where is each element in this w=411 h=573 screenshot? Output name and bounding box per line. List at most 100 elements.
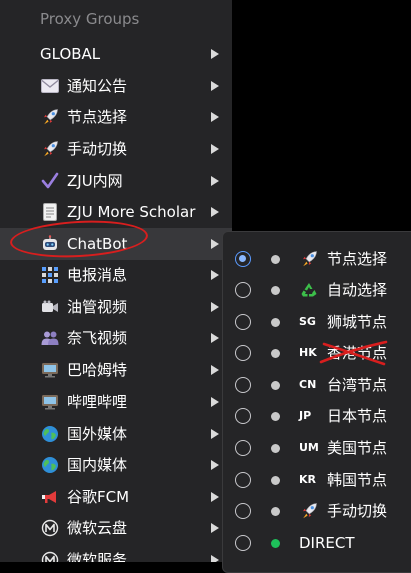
menu-item-label: 微软服务 <box>67 551 128 562</box>
submenu-item-um[interactable]: UM 美国节点 <box>223 433 411 464</box>
submenu-arrow-icon <box>211 555 219 562</box>
submenu-item-hk[interactable]: HK 香港节点 <box>223 338 411 369</box>
submenu-item-kr[interactable]: KR 韩国节点 <box>223 465 411 496</box>
ms-icon <box>40 518 60 538</box>
menu-item-domestic-media[interactable]: 国内媒体 <box>0 449 232 481</box>
menu-item-google-fcm[interactable]: 谷歌FCM <box>0 481 232 513</box>
menu-item-label: 谷歌FCM <box>67 488 130 506</box>
menu-item-onedrive[interactable]: 微软云盘 <box>0 512 232 544</box>
submenu-item-label: 手动切换 <box>327 502 388 520</box>
submenu-arrow-icon <box>211 429 219 439</box>
menu-item-manual-switch[interactable]: 手动切换 <box>0 133 232 165</box>
checkmark-icon <box>40 171 60 191</box>
submenu-item-auto-select[interactable]: 自动选择 <box>223 275 411 306</box>
submenu-item-label: 台湾节点 <box>327 376 388 394</box>
menu-item-label: 微软云盘 <box>67 519 128 537</box>
submenu-arrow-icon <box>211 365 219 375</box>
submenu-item-sg[interactable]: SG 狮城节点 <box>223 307 411 338</box>
submenu-arrow-icon <box>211 49 219 59</box>
country-code: KR <box>299 473 316 486</box>
submenu-item-label: 日本节点 <box>327 407 388 425</box>
megaphone-icon <box>40 487 60 507</box>
envelope-icon <box>40 76 60 96</box>
country-code: SG <box>299 315 316 328</box>
submenu-arrow-icon <box>211 333 219 343</box>
submenu-item-direct[interactable]: DIRECT <box>223 528 411 559</box>
menu-item-bahamut[interactable]: 巴哈姆特 <box>0 354 232 386</box>
red-cross-annotation <box>319 340 388 366</box>
proxy-groups-menu: Proxy Groups GLOBAL 通知公告 节点选择 手动切换 ZJU内网 <box>0 0 232 562</box>
status-dot <box>271 286 280 295</box>
radio-button-selected[interactable] <box>235 251 251 267</box>
rocket-icon <box>299 501 319 521</box>
submenu-item-label: 韩国节点 <box>327 471 388 489</box>
menu-item-ms-services[interactable]: 微软服务 <box>0 544 232 562</box>
menu-item-foreign-media[interactable]: 国外媒体 <box>0 418 232 450</box>
ms-icon <box>40 550 60 562</box>
menu-item-label: 国外媒体 <box>67 425 128 443</box>
country-code: CN <box>299 378 317 391</box>
country-code: UM <box>299 441 319 454</box>
submenu-item-label: 美国节点 <box>327 439 388 457</box>
submenu-arrow-icon <box>211 176 219 186</box>
rocket-icon <box>299 249 319 269</box>
submenu-arrow-icon <box>211 239 219 249</box>
menu-item-node-select[interactable]: 节点选择 <box>0 101 232 133</box>
menu-item-chatbot[interactable]: ChatBot <box>0 228 232 260</box>
chat-grid-icon <box>40 265 60 285</box>
video-camera-icon <box>40 297 60 317</box>
submenu-arrow-icon <box>211 81 219 91</box>
status-dot-green <box>271 539 280 548</box>
submenu-arrow-icon <box>211 397 219 407</box>
menu-item-zju-intranet[interactable]: ZJU内网 <box>0 165 232 197</box>
submenu-item-jp[interactable]: JP 日本节点 <box>223 401 411 432</box>
menu-item-telegram[interactable]: 电报消息 <box>0 259 232 291</box>
menu-item-label: 巴哈姆特 <box>67 361 128 379</box>
submenu-item-manual-switch[interactable]: 手动切换 <box>223 496 411 527</box>
menu-item-label: 手动切换 <box>67 140 128 158</box>
radio-button[interactable] <box>235 472 251 488</box>
menu-item-youtube[interactable]: 油管视频 <box>0 291 232 323</box>
submenu-item-node-select[interactable]: 节点选择 <box>223 244 411 275</box>
radio-button[interactable] <box>235 345 251 361</box>
menu-item-label: 国内媒体 <box>67 456 128 474</box>
radio-button[interactable] <box>235 503 251 519</box>
menu-item-zju-more-scholar[interactable]: ZJU More Scholar <box>0 196 232 228</box>
menu-item-label: 节点选择 <box>67 108 128 126</box>
submenu-arrow-icon <box>211 144 219 154</box>
radio-button[interactable] <box>235 440 251 456</box>
radio-button[interactable] <box>235 408 251 424</box>
submenu-arrow-icon <box>211 523 219 533</box>
menu-item-label: 通知公告 <box>67 77 128 95</box>
submenu-item-label: 节点选择 <box>327 250 388 268</box>
submenu-arrow-icon <box>211 207 219 217</box>
menu-item-label: 哔哩哔哩 <box>67 393 128 411</box>
radio-button[interactable] <box>235 282 251 298</box>
tv-icon <box>40 392 60 412</box>
status-dot <box>271 507 280 516</box>
menu-item-netflix[interactable]: 奈飞视频 <box>0 322 232 354</box>
status-dot <box>271 255 280 264</box>
status-dot <box>271 381 280 390</box>
radio-button[interactable] <box>235 314 251 330</box>
status-dot <box>271 444 280 453</box>
submenu-arrow-icon <box>211 112 219 122</box>
submenu-item-cn[interactable]: CN 台湾节点 <box>223 370 411 401</box>
globe-icon <box>40 424 60 444</box>
status-dot <box>271 412 280 421</box>
menu-item-label: 奈飞视频 <box>67 329 128 347</box>
menu-item-global[interactable]: GLOBAL <box>0 38 232 70</box>
recycle-icon <box>299 280 319 300</box>
radio-button[interactable] <box>235 535 251 551</box>
menu-item-label: GLOBAL <box>40 45 101 63</box>
country-code: HK <box>299 346 317 359</box>
submenu-arrow-icon <box>211 270 219 280</box>
menu-item-label: ZJU More Scholar <box>67 203 196 221</box>
people-icon <box>40 328 60 348</box>
menu-item-bilibili[interactable]: 哔哩哔哩 <box>0 386 232 418</box>
menu-item-label: 电报消息 <box>67 266 128 284</box>
robot-icon <box>40 234 60 254</box>
submenu-arrow-icon <box>211 492 219 502</box>
radio-button[interactable] <box>235 377 251 393</box>
menu-item-notice[interactable]: 通知公告 <box>0 70 232 102</box>
